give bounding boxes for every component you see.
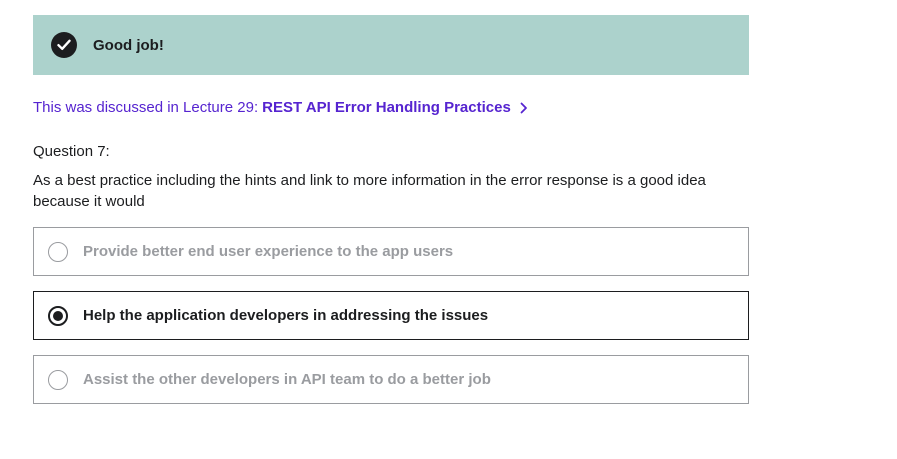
lecture-reference-link[interactable]: This was discussed in Lecture 29: REST A… [33, 99, 749, 116]
answer-option-label: Assist the other developers in API team … [83, 371, 491, 388]
radio-button[interactable] [48, 241, 68, 262]
radio-button-checked[interactable] [48, 305, 68, 326]
answer-option-selected[interactable]: Help the application developers in addre… [33, 291, 749, 340]
result-message: Good job! [93, 36, 164, 54]
answer-option[interactable]: Provide better end user experience to th… [33, 227, 749, 276]
answer-options: Provide better end user experience to th… [33, 227, 749, 404]
radio-dot-icon [53, 310, 63, 321]
lecture-reference-prefix: This was discussed in Lecture 29: [33, 99, 259, 116]
answer-option-label: Help the application developers in addre… [83, 307, 489, 324]
chevron-right-icon [520, 102, 528, 114]
answer-option-label: Provide better end user experience to th… [83, 243, 454, 260]
radio-button[interactable] [48, 369, 68, 390]
result-banner: Good job! [33, 15, 749, 75]
lecture-title-link[interactable]: REST API Error Handling Practices [262, 99, 511, 116]
question-text: As a best practice including the hints a… [33, 172, 706, 210]
quiz-result-panel: Good job! This was discussed in Lecture … [33, 15, 749, 419]
check-circle-icon [51, 32, 77, 58]
answer-option[interactable]: Assist the other developers in API team … [33, 355, 749, 404]
question-number: Question 7: [33, 143, 110, 160]
